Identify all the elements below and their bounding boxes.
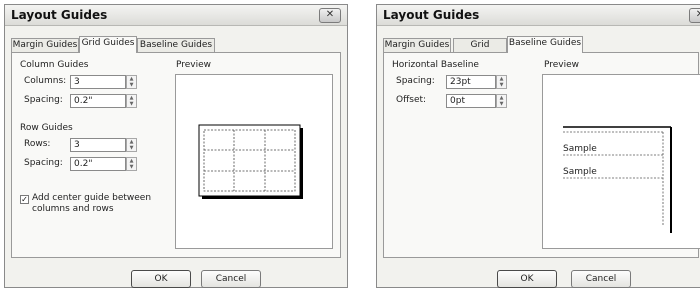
center-guide-label-line2: columns and rows	[32, 204, 114, 214]
tab-baseline-guides[interactable]: Baseline Guides	[137, 38, 215, 52]
baseline-guides-panel: Horizontal Baseline Spacing: 23pt ▲ ▼ Off…	[383, 52, 700, 258]
horizontal-baseline-heading: Horizontal Baseline	[392, 60, 479, 70]
tab-margin-guides[interactable]: Margin Guides	[11, 38, 79, 52]
column-spacing-input[interactable]: 0.2"	[70, 94, 126, 108]
row-spacing-input[interactable]: 0.2"	[70, 157, 126, 171]
baseline-spacing-spinner[interactable]: ▲ ▼	[496, 75, 507, 89]
row-spacing-spinner[interactable]: ▲ ▼	[126, 157, 137, 171]
dialog-title: Layout Guides	[11, 8, 108, 22]
grid-preview	[175, 74, 333, 249]
column-spacing-label: Spacing:	[24, 95, 63, 105]
columns-label: Columns:	[24, 76, 67, 86]
ok-button[interactable]: OK	[131, 270, 191, 288]
rows-input[interactable]: 3	[70, 138, 126, 152]
layout-guides-dialog-baseline: Layout Guides ✕ Margin Guides Grid Guide…	[376, 4, 700, 288]
center-guide-checkbox[interactable]: ✓	[20, 195, 29, 204]
grid-preview-graphic	[198, 124, 303, 199]
sample-text-1: Sample	[563, 144, 597, 154]
columns-input[interactable]: 3	[70, 75, 126, 89]
layout-guides-dialog-grid: Layout Guides ✕ Margin Guides Grid Guide…	[4, 4, 348, 288]
baseline-preview-graphic	[563, 126, 672, 233]
baseline-preview: Sample Sample	[542, 74, 700, 249]
rows-label: Rows:	[24, 139, 51, 149]
title-bar[interactable]: Layout Guides ✕	[5, 5, 347, 26]
dialog-title: Layout Guides	[383, 8, 480, 22]
close-button[interactable]: ✕	[319, 8, 341, 23]
preview-label: Preview	[544, 60, 580, 70]
tab-baseline-guides[interactable]: Baseline Guides	[507, 36, 583, 53]
cancel-button[interactable]: Cancel	[571, 270, 631, 288]
row-spacing-label: Spacing:	[24, 158, 63, 168]
cancel-button[interactable]: Cancel	[201, 270, 261, 288]
baseline-offset-input[interactable]: 0pt	[446, 94, 496, 108]
close-button[interactable]: ✕	[689, 8, 700, 23]
column-spacing-spinner[interactable]: ▲ ▼	[126, 94, 137, 108]
tab-grid-guides[interactable]: Grid Guides	[453, 38, 507, 63]
row-guides-heading: Row Guides	[20, 123, 73, 133]
baseline-spacing-label: Spacing:	[396, 76, 435, 86]
center-guide-label-line1: Add center guide between	[32, 193, 152, 203]
sample-text-2: Sample	[563, 167, 597, 177]
column-guides-heading: Column Guides	[20, 60, 89, 70]
columns-spinner[interactable]: ▲ ▼	[126, 75, 137, 89]
rows-spinner[interactable]: ▲ ▼	[126, 138, 137, 152]
tab-grid-guides[interactable]: Grid Guides	[79, 36, 137, 53]
baseline-offset-spinner[interactable]: ▲ ▼	[496, 94, 507, 108]
baseline-spacing-input[interactable]: 23pt	[446, 75, 496, 89]
tab-margin-guides[interactable]: Margin Guides	[383, 38, 451, 52]
grid-guides-panel: Column Guides Columns: 3 ▲ ▼ Spacing: 0.2…	[11, 52, 341, 258]
preview-label: Preview	[176, 60, 212, 70]
ok-button[interactable]: OK	[497, 270, 557, 288]
baseline-offset-label: Offset:	[396, 95, 427, 105]
title-bar[interactable]: Layout Guides ✕	[377, 5, 700, 26]
